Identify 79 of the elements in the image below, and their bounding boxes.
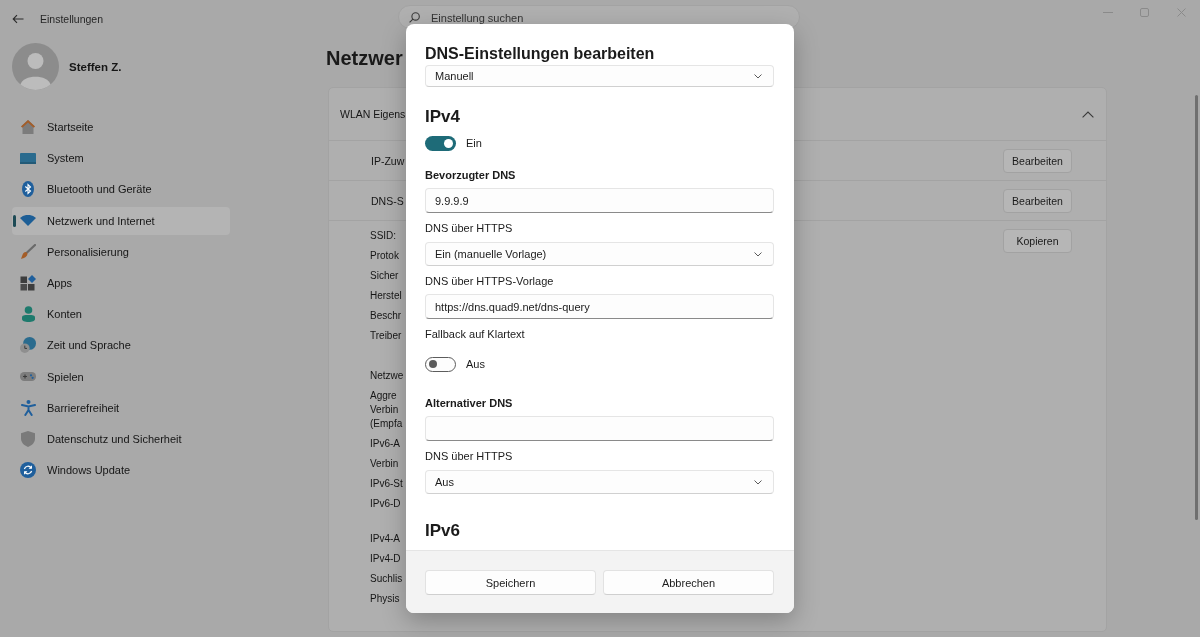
card-title: WLAN Eigens bbox=[340, 108, 406, 120]
property-label: IPv4-D bbox=[370, 552, 402, 566]
toggle-switch[interactable] bbox=[425, 135, 456, 151]
edit-button[interactable]: Bearbeiten bbox=[1003, 148, 1072, 173]
bluetooth-icon bbox=[22, 181, 34, 198]
text-field[interactable] bbox=[425, 416, 774, 441]
brush-icon bbox=[20, 244, 36, 260]
toggle-label: Ein bbox=[466, 137, 482, 149]
section-heading: IPv6 bbox=[425, 521, 461, 541]
gamepad-icon bbox=[20, 372, 36, 381]
setting-label: IP-Zuw bbox=[371, 154, 405, 167]
globe-clock-icon bbox=[20, 337, 36, 354]
person-icon bbox=[21, 306, 35, 323]
dialog-title: DNS-Einstellungen bearbeiten bbox=[425, 44, 656, 64]
sidebar-item[interactable]: Spielen bbox=[12, 362, 230, 391]
sync-icon bbox=[20, 462, 36, 479]
chevron-down-icon bbox=[754, 251, 762, 257]
sidebar-item[interactable]: Konten bbox=[12, 300, 230, 329]
sidebar-item[interactable]: System bbox=[12, 144, 230, 173]
sidebar-item[interactable]: Datenschutz und Sicherheit bbox=[12, 424, 230, 453]
field-label: DNS über HTTPS-Vorlage bbox=[425, 274, 555, 288]
property-label: SSID: bbox=[370, 229, 398, 243]
edit-button[interactable]: Bearbeiten bbox=[1003, 188, 1072, 213]
text-field[interactable]: https://dns.quad9.net/dns-query bbox=[425, 294, 774, 319]
dropdown[interactable]: Aus bbox=[425, 470, 774, 494]
property-label: Netzwe bbox=[370, 369, 404, 383]
display-icon bbox=[20, 152, 36, 164]
cancel-button[interactable]: Abbrechen bbox=[603, 570, 774, 595]
property-label: Herstel bbox=[370, 289, 403, 303]
toggle-switch[interactable] bbox=[425, 356, 456, 372]
sidebar-item[interactable]: Barrierefreiheit bbox=[12, 393, 230, 422]
user-name: Steffen Z. bbox=[69, 60, 122, 73]
wifi-icon bbox=[20, 215, 36, 227]
property-label: Sicher bbox=[370, 269, 400, 283]
property-label: Treiber bbox=[370, 329, 403, 343]
property-label: Physis bbox=[370, 592, 401, 606]
property-label: IPv6-A bbox=[370, 437, 401, 451]
property-label: IPv6-St bbox=[370, 477, 404, 491]
field-label: Alternativer DNS bbox=[425, 396, 514, 410]
sidebar-item[interactable]: Startseite bbox=[12, 113, 230, 141]
property-label: Beschr bbox=[370, 309, 403, 323]
selection-marker-icon bbox=[13, 214, 16, 227]
sidebar-item[interactable]: Zeit und Sprache bbox=[12, 331, 230, 360]
sidebar-item[interactable]: Netzwerk und Internet bbox=[12, 206, 230, 235]
property-label: Aggre Verbin (Empfa bbox=[370, 389, 404, 431]
property-label: Verbin bbox=[370, 457, 400, 471]
property-label: Suchlis bbox=[370, 572, 404, 586]
search-icon bbox=[409, 12, 420, 23]
scrollbar-thumb[interactable] bbox=[1195, 95, 1198, 520]
chevron-down-icon bbox=[754, 479, 762, 485]
dropdown[interactable]: Manuell bbox=[425, 65, 774, 87]
shield-icon bbox=[21, 430, 35, 447]
copy-button[interactable]: Kopieren bbox=[1003, 229, 1072, 253]
home-icon bbox=[20, 120, 36, 134]
setting-label: DNS-S bbox=[371, 194, 404, 207]
text-field[interactable]: 9.9.9.9 bbox=[425, 188, 774, 213]
app-title: Einstellungen bbox=[40, 13, 104, 25]
chevron-down-icon bbox=[754, 73, 762, 79]
page-title: Netzwer bbox=[326, 46, 403, 70]
property-label: IPv6-D bbox=[370, 497, 402, 511]
field-label: DNS über HTTPS bbox=[425, 449, 514, 463]
sidebar-item[interactable]: Personalisierung bbox=[12, 237, 230, 266]
sidebar-item[interactable]: Apps bbox=[12, 268, 230, 297]
sidebar-item[interactable]: Windows Update bbox=[12, 456, 230, 485]
avatar-icon bbox=[12, 43, 59, 90]
property-label: IPv4-A bbox=[370, 532, 401, 546]
section-heading: IPv4 bbox=[425, 107, 461, 127]
property-label: Protok bbox=[370, 249, 400, 263]
accessibility-icon bbox=[20, 399, 36, 416]
field-label: Bevorzugter DNS bbox=[425, 168, 517, 182]
apps-icon bbox=[20, 274, 36, 291]
save-button[interactable]: Speichern bbox=[425, 570, 596, 595]
field-label: Fallback auf Klartext bbox=[425, 327, 526, 341]
sidebar-item[interactable]: Bluetooth und Geräte bbox=[12, 175, 230, 204]
back-icon[interactable] bbox=[12, 14, 24, 24]
field-label: DNS über HTTPS bbox=[425, 221, 514, 235]
toggle-label: Aus bbox=[466, 358, 485, 370]
dropdown[interactable]: Ein (manuelle Vorlage) bbox=[425, 242, 774, 266]
chevron-up-icon[interactable] bbox=[1082, 110, 1094, 118]
